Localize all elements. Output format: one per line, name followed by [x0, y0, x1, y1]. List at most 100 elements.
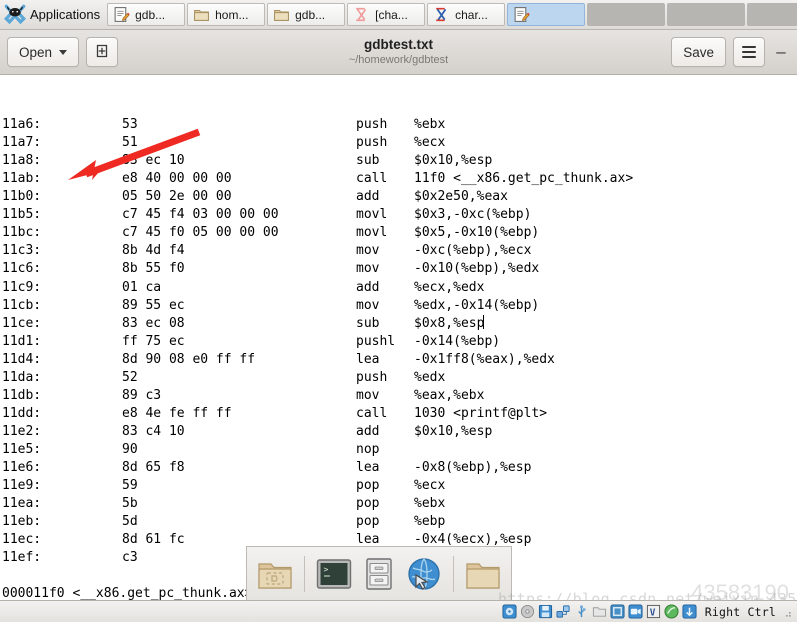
hamburger-menu-icon [742, 46, 756, 58]
resize-grip-icon[interactable] [783, 606, 793, 618]
task-button-xterm-2[interactable]: char... [427, 3, 506, 26]
instruction-bytes: 90 [122, 441, 138, 457]
task-slot-empty-2[interactable] [667, 3, 746, 26]
code-line: 11c9: 01 ca add %ecx,%edx [0, 279, 797, 297]
file-manager-icon[interactable] [360, 555, 398, 593]
instruction-bytes: 8b 55 f0 [122, 261, 185, 277]
text-editor-content[interactable]: 11a6: 53 push %ebx 11a7: 51 push %ecx 11a8: 83 ec… [0, 75, 797, 622]
display-icon[interactable] [610, 604, 625, 619]
xfce-mouse-icon [4, 4, 26, 26]
folder-icon[interactable] [464, 555, 502, 593]
task-button-label: char... [455, 7, 488, 22]
instruction-operands: %ecx [414, 478, 446, 494]
instruction-bytes: e8 40 00 00 00 [122, 171, 232, 187]
instruction-operands: -0x8(%ebp),%esp [414, 459, 532, 475]
instruction-address: 11e2: [2, 423, 42, 439]
instruction-mnemonic: mov [356, 297, 380, 313]
instruction-operands: 1030 <printf@plt> [414, 405, 548, 421]
instruction-mnemonic: sub [356, 315, 380, 331]
task-button-folder-home[interactable]: hom... [187, 3, 266, 26]
open-button-label: Open [19, 44, 53, 60]
optical-disk-icon[interactable] [520, 604, 535, 619]
chevron-down-icon [59, 49, 68, 55]
code-line: 11da: 52 push %edx [0, 369, 797, 387]
code-line: 11d1: ff 75 ec pushl -0x14(%ebp) [0, 333, 797, 351]
instruction-mnemonic: push [356, 135, 388, 151]
minimize-button[interactable]: – [772, 37, 790, 67]
instruction-address: 11db: [2, 387, 42, 403]
text-editor-icon [513, 6, 530, 23]
instruction-mnemonic: add [356, 279, 380, 295]
new-document-button[interactable] [86, 37, 119, 67]
task-button-folder-gdb[interactable]: gdb... [267, 3, 346, 26]
xterm-icon [353, 6, 370, 23]
mouse-integration-icon[interactable] [664, 604, 679, 619]
text-editor-icon [113, 6, 130, 23]
header-left-controls: Open [7, 37, 119, 67]
instruction-bytes: 52 [122, 369, 138, 385]
instruction-operands: $0x5,-0x10(%ebp) [414, 225, 540, 241]
task-slot-empty-1[interactable] [587, 3, 666, 26]
instruction-bytes: 59 [122, 478, 138, 494]
open-button[interactable]: Open [7, 37, 80, 67]
code-line: 11eb: 5d pop %ebp [0, 513, 797, 531]
terminal-icon[interactable]: > [315, 555, 353, 593]
save-button[interactable]: Save [671, 37, 726, 67]
text-cursor [483, 314, 485, 329]
virtualization-icon[interactable]: V [646, 604, 661, 619]
task-button-gedit-active[interactable] [507, 3, 586, 26]
instruction-bytes: c7 45 f0 05 00 00 00 [122, 225, 279, 241]
code-line: 11db: 89 c3 mov %eax,%ebx [0, 387, 797, 405]
instruction-bytes: 89 55 ec [122, 297, 185, 313]
network-icon[interactable] [556, 604, 571, 619]
applications-menu-button[interactable]: Applications [0, 0, 106, 29]
task-button-gedit-1[interactable]: gdb... [107, 3, 186, 26]
instruction-address: 11d1: [2, 333, 42, 349]
floppy-icon[interactable] [538, 604, 553, 619]
usb-icon[interactable] [574, 604, 589, 619]
folder-icon [273, 6, 290, 23]
applications-menu-label: Applications [30, 7, 101, 22]
keyboard-icon[interactable] [682, 604, 697, 619]
instruction-operands: -0x1ff8(%eax),%edx [414, 351, 555, 367]
window-task-list: gdb... hom... gdb... [cha... char... [106, 0, 797, 29]
code-line: 11e5: 90 nop [0, 441, 797, 459]
task-slot-empty-3[interactable] [747, 3, 797, 26]
instruction-address: 11ce: [2, 315, 42, 331]
task-button-label: [cha... [375, 7, 408, 22]
instruction-address: 11b5: [2, 207, 42, 223]
instruction-address: 11ec: [2, 532, 42, 548]
xfce-top-panel: Applications gdb... hom... gdb... [cha..… [0, 0, 797, 30]
instruction-mnemonic: movl [356, 207, 388, 223]
recording-icon[interactable] [628, 604, 643, 619]
main-menu-button[interactable] [733, 37, 765, 67]
code-line: 11e6: 8d 65 f8 lea -0x8(%ebp),%esp [0, 459, 797, 477]
web-browser-icon[interactable] [405, 555, 443, 593]
folder-documents-icon[interactable] [256, 555, 294, 593]
code-line: 11ea: 5b pop %ebx [0, 495, 797, 513]
code-line: 11e9: 59 pop %ecx [0, 477, 797, 495]
instruction-mnemonic: lea [356, 351, 380, 367]
task-button-xterm-1[interactable]: [cha... [347, 3, 426, 26]
instruction-address: 11a7: [2, 135, 42, 151]
instruction-operands: %eax,%ebx [414, 387, 485, 403]
instruction-bytes: c7 45 f4 03 00 00 00 [122, 207, 279, 223]
instruction-operands: %ebp [414, 514, 446, 530]
hard-disk-icon[interactable] [502, 604, 517, 619]
instruction-address: 11e6: [2, 459, 42, 475]
shared-folder-icon[interactable] [592, 604, 607, 619]
instruction-mnemonic: pop [356, 478, 380, 494]
instruction-address: 11bc: [2, 225, 42, 241]
task-button-label: gdb... [295, 7, 326, 22]
svg-text:>: > [324, 565, 329, 574]
code-line: 11a8: 83 ec 10 sub $0x10,%esp [0, 152, 797, 170]
instruction-bytes: 83 c4 10 [122, 423, 185, 439]
host-key-label: Right Ctrl [704, 604, 776, 619]
code-line: 11ce: 83 ec 08 sub $0x8,%esp [0, 314, 797, 333]
code-line: 11a7: 51 push %ecx [0, 134, 797, 152]
code-line: 11a6: 53 push %ebx [0, 116, 797, 134]
instruction-address: 11d4: [2, 351, 42, 367]
instruction-bytes: 05 50 2e 00 00 [122, 189, 232, 205]
instruction-operands: %ecx [414, 135, 446, 151]
virtualbox-status-bar: V Right Ctrl [0, 600, 797, 622]
